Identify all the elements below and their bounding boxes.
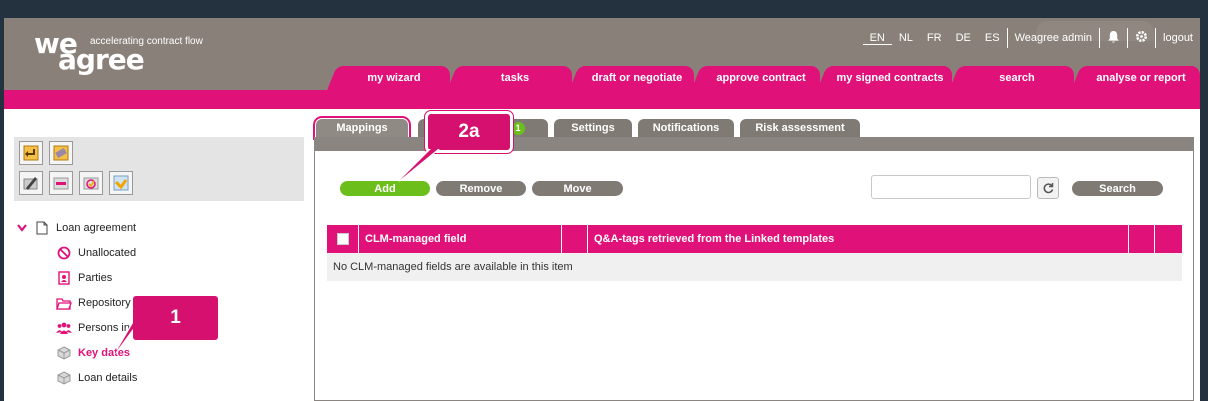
- count-badge: 1: [511, 121, 525, 135]
- tab-draft-or-negotiate[interactable]: draft or negotiate: [580, 66, 694, 90]
- tree-item-label: Parties: [78, 272, 113, 284]
- header-clm-managed-field[interactable]: CLM-managed field: [359, 225, 562, 253]
- tab-label: draft or negotiate: [591, 72, 683, 84]
- return-arrow-icon[interactable]: [19, 141, 43, 165]
- callout-2a: 2a: [424, 110, 514, 154]
- tab-label: analyse or report: [1096, 72, 1186, 84]
- header-spacer: [562, 225, 588, 253]
- gear-icon[interactable]: [1128, 30, 1155, 46]
- tab-my-signed-contracts[interactable]: my signed contracts: [828, 66, 952, 90]
- header-spacer: [1155, 225, 1182, 253]
- tab-tasks[interactable]: tasks: [458, 66, 572, 90]
- contact-card-icon: [56, 270, 72, 286]
- table-header: CLM-managed field Q&A-tags retrieved fro…: [327, 225, 1182, 253]
- tab-label: approve contract: [716, 72, 806, 84]
- document-icon: [34, 220, 50, 236]
- select-all-checkbox[interactable]: [336, 233, 349, 245]
- lang-fr[interactable]: FR: [920, 32, 949, 44]
- callout-1: 1: [133, 296, 218, 340]
- tab-label: tasks: [500, 72, 530, 84]
- tree-item-label: Repository: [78, 297, 131, 309]
- app-window: we agree accelerating contract flow EN N…: [4, 18, 1200, 401]
- tab-label: my wizard: [367, 72, 421, 84]
- lang-nl[interactable]: NL: [892, 32, 920, 44]
- tree-root-label: Loan agreement: [56, 222, 137, 234]
- header-spacer: [1129, 225, 1155, 253]
- tree-item-repository[interactable]: Repository: [56, 294, 131, 312]
- tab-analyse-or-report[interactable]: analyse or report: [1082, 66, 1200, 90]
- tab-mappings[interactable]: Mappings: [313, 116, 411, 140]
- tab-search[interactable]: search: [960, 66, 1074, 90]
- lang-es[interactable]: ES: [978, 32, 1007, 44]
- people-icon: [56, 320, 72, 336]
- tree-item-unallocated[interactable]: Unallocated: [56, 244, 136, 262]
- search-button[interactable]: Search: [1072, 181, 1163, 196]
- tab-label: search: [999, 72, 1035, 84]
- header-qa-tags[interactable]: Q&A-tags retrieved from the Linked templ…: [588, 225, 1129, 253]
- search-input[interactable]: [871, 175, 1031, 199]
- folder-icon: [56, 295, 72, 311]
- logo-agree: agree: [58, 43, 145, 76]
- remove-item-icon[interactable]: [49, 171, 73, 195]
- user-name[interactable]: Weagree admin: [1008, 32, 1099, 44]
- callout-2a-pointer: [398, 149, 440, 183]
- tree-root-loan-agreement[interactable]: Loan agreement: [14, 219, 136, 237]
- approve-item-icon[interactable]: [79, 171, 103, 195]
- mappings-panel: Add Remove Move Search CLM-managed field…: [314, 137, 1194, 401]
- tab-label: my signed contracts: [836, 72, 944, 84]
- tab-my-wizard[interactable]: my wizard: [338, 66, 450, 90]
- edit-icon[interactable]: [19, 171, 43, 195]
- tree-item-parties[interactable]: Parties: [56, 269, 112, 287]
- main-content: Mappings 1 Settings Notifications Risk a…: [313, 109, 1200, 401]
- logo-tagline: accelerating contract flow: [90, 36, 203, 47]
- lang-en[interactable]: EN: [862, 32, 892, 45]
- cube-icon: [56, 345, 72, 361]
- bell-icon[interactable]: [1100, 30, 1127, 47]
- tab-settings[interactable]: Settings: [554, 119, 632, 137]
- empty-table-message: No CLM-managed fields are available in t…: [327, 253, 1182, 281]
- tree-item-loan-details[interactable]: Loan details: [56, 369, 137, 387]
- tab-approve-contract[interactable]: approve contract: [702, 66, 820, 90]
- tree-item-label: Unallocated: [78, 247, 137, 259]
- checkmark-icon[interactable]: [109, 171, 133, 195]
- left-panel: Loan agreement Unallocated Parties Repos…: [4, 109, 314, 401]
- move-button[interactable]: Move: [532, 181, 623, 196]
- logout-link[interactable]: logout: [1156, 32, 1200, 44]
- prohibited-icon: [56, 245, 72, 261]
- action-toolbox: [14, 137, 304, 201]
- cube-icon: [56, 370, 72, 386]
- tab-risk-assessment[interactable]: Risk assessment: [740, 119, 860, 137]
- select-all-cell: [327, 225, 359, 253]
- tree-item-label: Loan details: [78, 372, 138, 384]
- lang-de[interactable]: DE: [949, 32, 978, 44]
- chevron-down-icon[interactable]: [14, 220, 30, 236]
- top-nav: EN NL FR DE ES Weagree admin logout: [862, 28, 1200, 48]
- eraser-icon[interactable]: [49, 141, 73, 165]
- header: we agree accelerating contract flow EN N…: [4, 18, 1200, 90]
- refresh-icon[interactable]: [1037, 177, 1059, 199]
- tab-notifications[interactable]: Notifications: [638, 119, 734, 137]
- pink-bar: [4, 90, 1200, 109]
- remove-button[interactable]: Remove: [436, 181, 526, 196]
